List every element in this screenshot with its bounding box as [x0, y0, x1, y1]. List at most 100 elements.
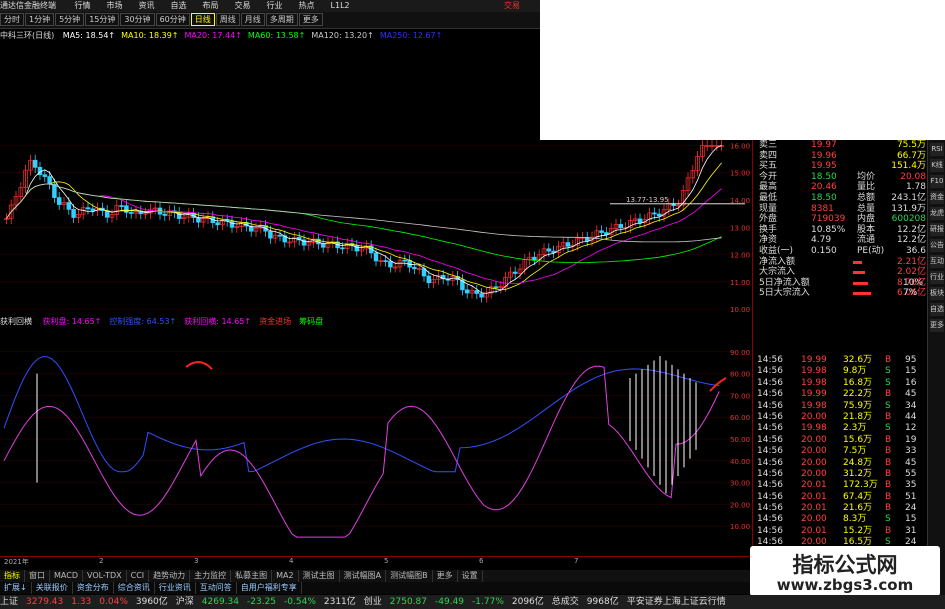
indicator-tab[interactable]: 指标: [0, 570, 25, 582]
menu-item-5[interactable]: 交易: [235, 1, 251, 10]
indicator-tab[interactable]: 主力监控: [190, 570, 232, 582]
indicator-tab[interactable]: CCI: [127, 570, 150, 582]
trade-side: B: [885, 446, 892, 457]
trade-row: 14:56 20.00 21.8万 B 44: [753, 412, 928, 423]
menu-item-3[interactable]: 自选: [171, 1, 187, 10]
trade-side: B: [885, 389, 892, 400]
quote-value: 8381: [811, 203, 834, 214]
status-item: 沪深: [175, 597, 194, 607]
sidebar-icon[interactable]: 资金: [930, 191, 944, 204]
ma-line-60: [6, 183, 722, 263]
period-4[interactable]: 30分钟: [120, 13, 155, 26]
ma-line-20: [6, 183, 722, 284]
period-9[interactable]: 多周期: [265, 13, 298, 26]
quote-row: 今开 18.50 均价 20.08: [753, 172, 928, 183]
sidebar-icon[interactable]: F10: [930, 175, 944, 188]
menu-item-0[interactable]: 行情: [75, 1, 91, 10]
candle-body: [32, 159, 38, 168]
candle-body: [162, 213, 168, 216]
ind-tick: 20.00: [730, 501, 750, 509]
ind-legend-item: 资金进场: [259, 317, 292, 326]
period-10[interactable]: 更多: [298, 13, 323, 26]
trade-menu[interactable]: 交易: [504, 0, 520, 12]
menu-item-8[interactable]: L1L2: [331, 1, 350, 10]
indicator-tab[interactable]: 测试幅图A: [340, 570, 387, 582]
trade-price: 20.01: [801, 480, 827, 491]
extension-tab[interactable]: 关联报价: [32, 582, 73, 594]
sidebar-icon[interactable]: K线: [930, 159, 944, 172]
menu-item-1[interactable]: 市场: [107, 1, 123, 10]
trade-time: 14:56: [757, 514, 783, 525]
trade-count: 24: [905, 503, 917, 514]
period-1[interactable]: 1分钟: [25, 13, 55, 26]
status-item: 上证: [0, 597, 19, 607]
period-8[interactable]: 月线: [240, 13, 265, 26]
flow-bar: [752, 332, 927, 354]
time-tick: 3: [194, 557, 199, 565]
sidebar-icon[interactable]: 研报: [930, 223, 944, 236]
extension-tab[interactable]: 资金分布: [73, 582, 114, 594]
time-tick: 5: [384, 557, 389, 565]
sidebar-icon[interactable]: 互动: [930, 255, 944, 268]
trade-row: 14:56 19.99 22.2万 B 45: [753, 389, 928, 400]
flow-bar-mark: [853, 271, 865, 275]
indicator-chart[interactable]: 90.00 80.00 70.00 60.00 50.00 40.00 30.00 20.00…: [0, 330, 752, 548]
control-strength-line: [3, 356, 720, 473]
indicator-tab[interactable]: 趋势动力: [149, 570, 191, 582]
trade-volume: 21.8万: [843, 411, 873, 422]
period-5[interactable]: 60分钟: [155, 13, 190, 26]
quote-label: 大宗流入: [759, 267, 796, 278]
indicator-tab[interactable]: 设置: [458, 570, 483, 582]
menu-item-2[interactable]: 资讯: [139, 1, 155, 10]
quote-value2: 151.4万: [891, 161, 926, 172]
period-7[interactable]: 周线: [215, 13, 240, 26]
indicator-tab[interactable]: 测试幅图B: [386, 570, 433, 582]
menu-item-6[interactable]: 行业: [267, 1, 283, 10]
period-0[interactable]: 分时: [0, 13, 24, 26]
trade-time: 14:56: [757, 468, 783, 479]
quote-value: 19.95: [811, 161, 837, 172]
trade-side: S: [885, 377, 891, 388]
trade-time: 14:56: [757, 446, 783, 457]
status-item: 平安证券上海上证云行情: [626, 597, 726, 607]
sidebar-icon[interactable]: 板块: [930, 287, 944, 300]
indicator-tab[interactable]: 更多: [433, 570, 458, 582]
sidebar-icon[interactable]: 龙虎: [930, 207, 944, 220]
period-6[interactable]: 日线: [190, 13, 215, 26]
trade-row: 14:56 19.98 9.8万 S 15: [753, 366, 928, 377]
extension-tab[interactable]: 扩展↓: [0, 582, 32, 594]
indicator-tab[interactable]: MACD: [50, 570, 83, 582]
period-3[interactable]: 15分钟: [85, 13, 120, 26]
indicator-tab[interactable]: 窗口: [25, 570, 50, 582]
extension-tab[interactable]: 行业资讯: [155, 582, 196, 594]
sidebar-icon[interactable]: 行业: [930, 271, 944, 284]
quote-label2: 量比: [857, 182, 876, 193]
candle-body: [546, 248, 552, 252]
extension-tab[interactable]: 综合资讯: [114, 582, 155, 594]
extension-tab[interactable]: 互动问答: [196, 582, 237, 594]
indicator-tab[interactable]: 私募主图: [231, 570, 273, 582]
trade-side: B: [885, 525, 892, 536]
trade-count: 31: [905, 525, 917, 536]
menu-item-4[interactable]: 布局: [203, 1, 219, 10]
trade-volume: 31.2万: [843, 468, 873, 479]
flow-bar-mark: [853, 260, 862, 264]
indicator-tab[interactable]: 测试主图: [299, 570, 340, 582]
kline-chart[interactable]: 16.0015.0014.0013.0012.0011.0010.0013.77…: [0, 140, 752, 320]
ma-legend-item: MA120: 13.20↑: [311, 31, 374, 40]
sidebar-icon[interactable]: 自选: [930, 303, 944, 316]
trade-time: 14:56: [757, 457, 783, 468]
extension-tab[interactable]: 自用户福利专享: [237, 582, 302, 594]
indicator-tab[interactable]: VOL-TDX: [83, 570, 127, 582]
candle-body: [47, 176, 52, 185]
menu-item-7[interactable]: 热点: [299, 1, 315, 10]
indicator-tab[interactable]: MA2: [272, 570, 299, 582]
sidebar-icon[interactable]: 公告: [930, 239, 944, 252]
price-tick: 15.00: [730, 170, 750, 178]
sidebar-icon[interactable]: RSI: [930, 143, 944, 156]
trade-side: B: [885, 434, 892, 445]
sidebar-icon[interactable]: 更多: [930, 319, 944, 332]
trade-price: 19.98: [801, 400, 827, 411]
trade-price: 20.00: [801, 446, 827, 457]
period-2[interactable]: 5分钟: [55, 13, 85, 26]
